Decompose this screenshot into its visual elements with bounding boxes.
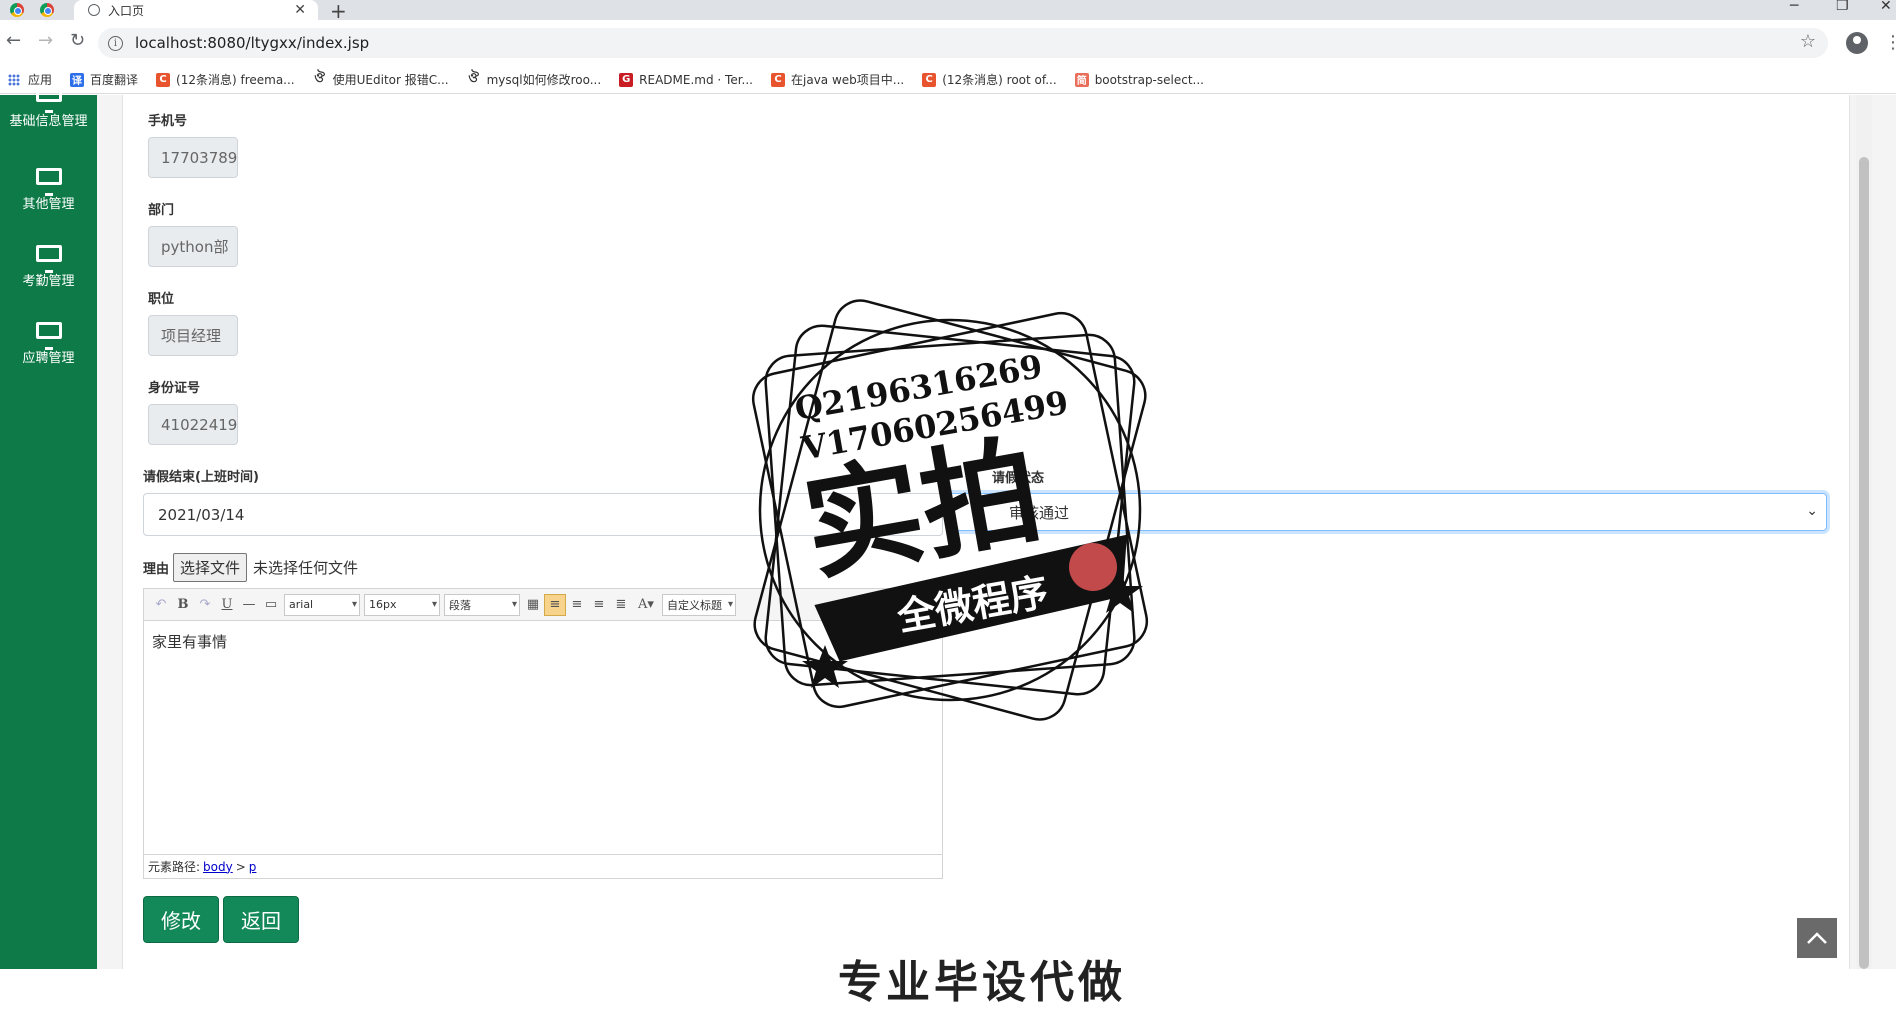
watermark-stamp: Q2196316269 V17060256499 实拍 全微程序 — [751, 299, 1149, 721]
phone-label: 手机号 — [148, 114, 188, 129]
element-path-bar: 元素路径: body > p — [144, 854, 942, 878]
sidebar: 基础信息管理 其他管理 考勤管理 应聘管理 — [0, 85, 97, 969]
bookmarks-bar: 应用译百度翻译 C (12条消息) freema... ঔ 使用UEditor 报错C.… — [0, 66, 1896, 94]
element-path-body-link[interactable]: body — [203, 860, 233, 874]
page-icon[interactable]: ▭ — [260, 594, 282, 616]
reason-label: 理由 — [143, 562, 170, 577]
department-field[interactable]: python部 — [148, 226, 238, 267]
csdn-icon: C — [156, 72, 171, 87]
globe-icon — [88, 4, 100, 16]
back-to-top-button[interactable] — [1797, 918, 1837, 958]
bookmark-star-icon[interactable]: ☆ — [1800, 31, 1816, 52]
bookmark-label: 在java web项目中... — [791, 73, 905, 87]
align-justify-icon[interactable]: ≣ — [610, 594, 632, 616]
address-bar: ← → ↻ i localhost:8080/ltygxx/index.jsp … — [0, 20, 1896, 66]
element-path-separator: > — [235, 859, 246, 874]
element-path-label: 元素路径: — [148, 860, 201, 874]
chrome-icon — [40, 3, 54, 17]
tab-close-icon[interactable]: ✕ — [294, 2, 306, 18]
bookmark-item[interactable]: ঔ 使用UEditor 报错C... — [312, 71, 449, 88]
info-icon[interactable]: i — [108, 35, 123, 51]
tab-title: 入口页 — [108, 3, 145, 18]
align-left-icon[interactable]: ≡ — [544, 593, 566, 616]
bookmark-item[interactable]: C (12条消息) freema... — [156, 71, 295, 88]
align-center-icon[interactable]: ≡ — [588, 594, 610, 616]
redo-icon[interactable]: ↷ — [194, 594, 216, 616]
monitor-icon — [35, 168, 62, 196]
sidebar-item-attendance[interactable]: 考勤管理 — [0, 245, 97, 289]
url-field[interactable]: i localhost:8080/ltygxx/index.jsp ☆ — [98, 28, 1828, 58]
footer-banner-text: 专业毕设代做 — [838, 957, 1126, 1008]
undo-icon[interactable]: ↶ — [150, 594, 172, 616]
choose-file-button[interactable]: 选择文件 — [173, 553, 248, 582]
position-field[interactable]: 项目经理 — [148, 315, 238, 356]
sidebar-item-recruitment[interactable]: 应聘管理 — [0, 322, 97, 366]
bookmark-label: README.md · Ter... — [639, 72, 753, 87]
stamp-red-dot — [1069, 543, 1117, 591]
font-family-select[interactable]: arial — [284, 593, 360, 616]
monitor-icon — [35, 85, 62, 113]
url-text: localhost:8080/ltygxx/index.jsp — [135, 34, 370, 52]
id-number-label: 身份证号 — [148, 381, 201, 396]
font-color-icon[interactable]: A▾ — [632, 594, 660, 616]
element-path-p-link[interactable]: p — [249, 860, 257, 874]
position-label: 职位 — [148, 292, 175, 307]
bookmark-label: bootstrap-select... — [1094, 72, 1204, 87]
paragraph-select[interactable]: 段落 — [444, 593, 520, 616]
scroll-thumb[interactable] — [1859, 157, 1869, 969]
leave-end-label: 请假结束(上班时间) — [143, 470, 259, 485]
pinned-tab-2[interactable] — [30, 0, 64, 20]
bookmark-item[interactable]: ঔ mysql如何修改roo... — [466, 71, 602, 88]
edit-button[interactable]: 修改 — [143, 896, 219, 943]
chrome-icon — [10, 3, 24, 17]
department-label: 部门 — [148, 203, 175, 218]
window-close-icon[interactable]: ✕ — [1880, 0, 1892, 14]
pinned-tab-1[interactable] — [0, 0, 34, 20]
bookmark-item[interactable]: G README.md · Ter... — [619, 72, 753, 87]
bookmark-label: (12条消息) root of... — [942, 73, 1057, 87]
reload-icon[interactable]: ↻ — [70, 30, 85, 51]
back-arrow-icon[interactable]: ← — [6, 30, 21, 51]
bookmark-label: mysql如何修改roo... — [486, 73, 602, 87]
phone-field[interactable]: 17703789 — [148, 137, 238, 178]
sidebar-item-basic-info[interactable]: 基础信息管理 — [0, 85, 97, 129]
font-size-select[interactable]: 16px — [364, 593, 440, 616]
ueditor-icon: ঔ — [312, 71, 327, 87]
browser-menu-icon[interactable]: ⋮ — [1884, 32, 1896, 53]
browser-tab-strip: 入口页 ✕ + ─ ❐ ✕ — [0, 0, 1896, 23]
bookmark-label: 使用UEditor 报错C... — [332, 73, 449, 87]
monitor-icon — [35, 245, 62, 273]
bookmark-item[interactable]: C 在java web项目中... — [771, 71, 904, 88]
chevron-down-icon: ⌄ — [1806, 503, 1818, 519]
bookmark-label: 百度翻译 — [90, 73, 139, 87]
csdn-icon: C — [922, 72, 937, 87]
mysql-icon: ঔ — [466, 71, 481, 87]
align-right-icon[interactable]: ≡ — [566, 594, 588, 616]
file-status-text: 未选择任何文件 — [253, 559, 359, 577]
gitee-icon: G — [619, 72, 634, 87]
bookmark-item[interactable]: C (12条消息) root of... — [922, 71, 1057, 88]
restore-icon[interactable]: ❐ — [1836, 0, 1849, 14]
bookmark-item[interactable]: 简 bootstrap-select... — [1074, 72, 1204, 87]
jianshu-icon: 简 — [1074, 72, 1089, 87]
bold-icon[interactable]: B — [172, 594, 194, 616]
chevron-up-icon — [1807, 932, 1827, 944]
apps-icon — [8, 73, 20, 86]
page-scrollbar[interactable] — [1856, 95, 1872, 969]
minimize-icon[interactable]: ─ — [1790, 0, 1798, 14]
sidebar-item-other[interactable]: 其他管理 — [0, 168, 97, 212]
reason-file-row: 理由 选择文件 未选择任何文件 — [143, 553, 358, 582]
active-tab[interactable]: 入口页 ✕ — [74, 0, 318, 20]
underline-icon[interactable]: U — [216, 594, 238, 616]
profile-icon[interactable] — [1846, 32, 1868, 54]
bookmark-label: (12条消息) freema... — [176, 73, 295, 87]
forward-arrow-icon[interactable]: → — [38, 30, 53, 51]
horizontal-rule-icon[interactable]: — — [238, 594, 260, 616]
table-icon[interactable]: ▦ — [522, 594, 544, 616]
back-button[interactable]: 返回 — [223, 896, 299, 943]
csdn-icon: C — [771, 72, 785, 87]
id-number-field[interactable]: 41022419 — [148, 404, 238, 445]
monitor-icon — [35, 322, 62, 350]
